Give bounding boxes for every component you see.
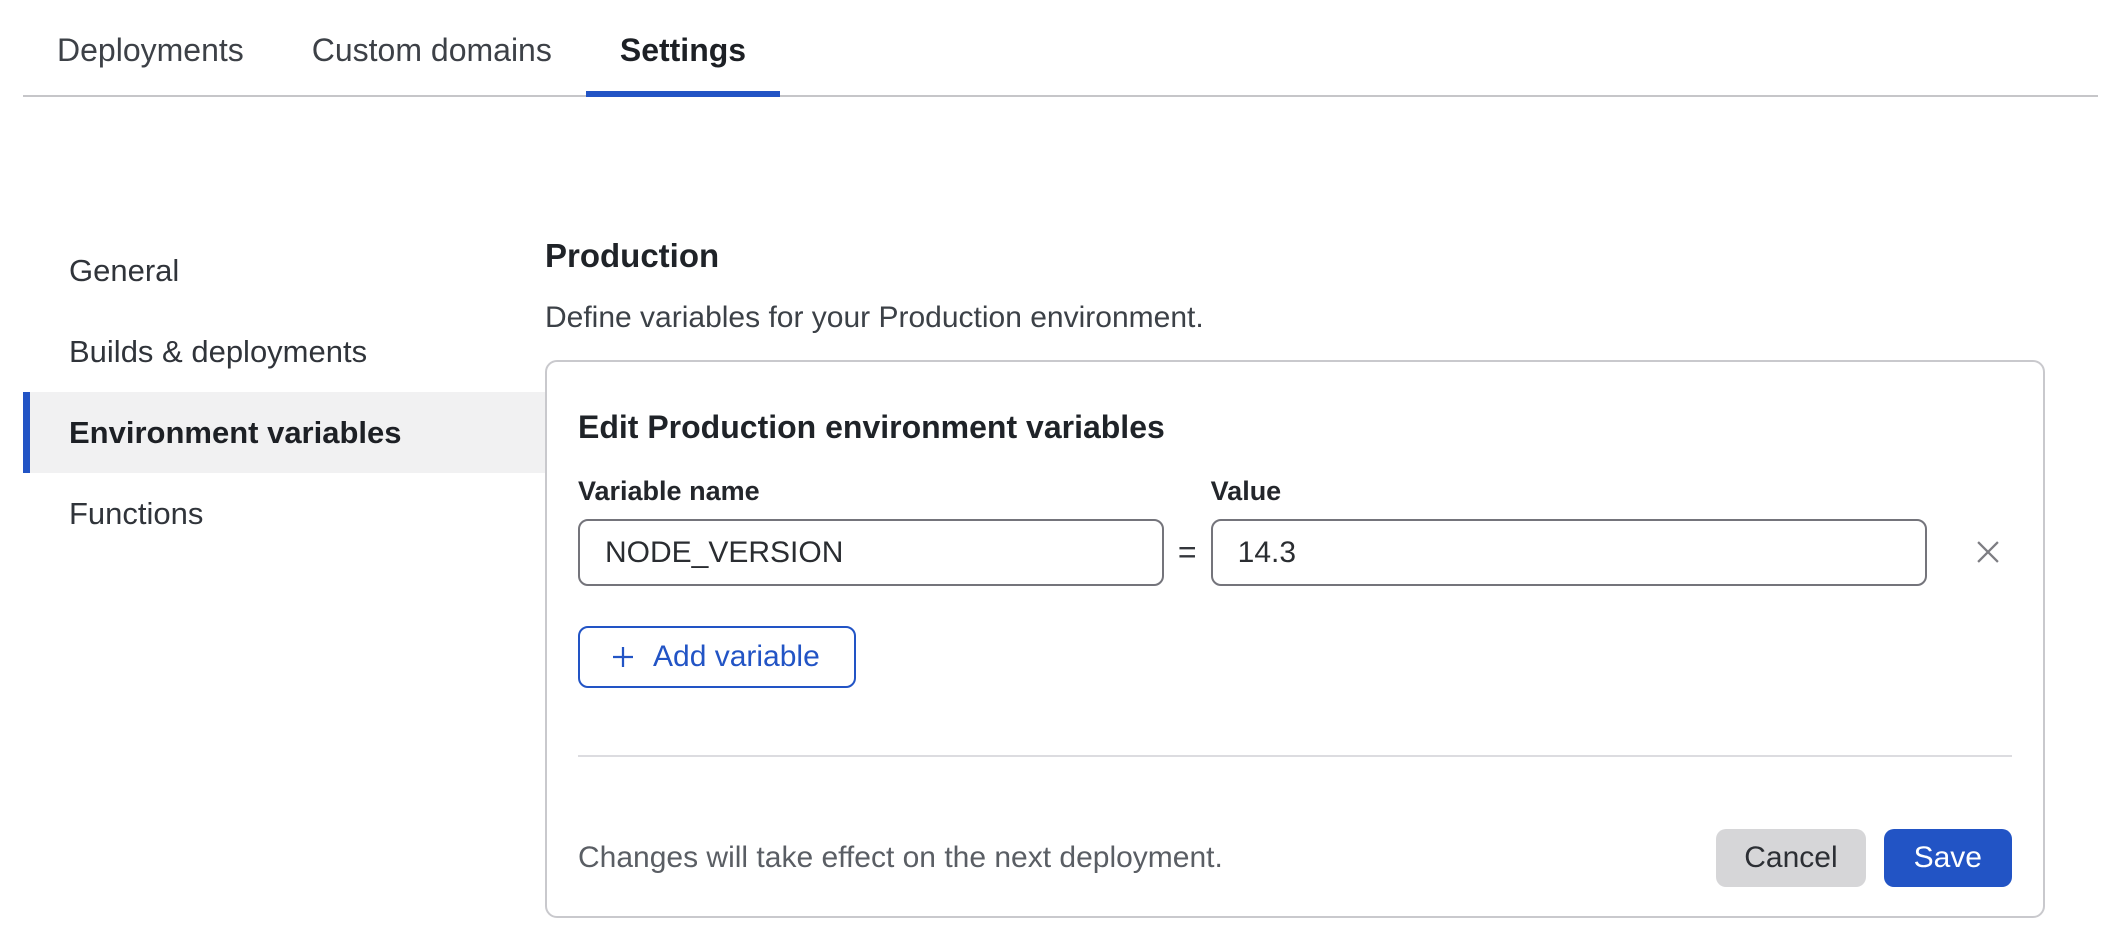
remove-variable-button[interactable] <box>1964 528 2012 576</box>
variable-row: Variable name = Value <box>578 475 2012 586</box>
sidebar-item-functions[interactable]: Functions <box>23 473 545 554</box>
variable-name-field: Variable name <box>578 475 1164 586</box>
variable-value-field: Value <box>1211 475 1928 586</box>
sidebar-item-environment-variables[interactable]: Environment variables <box>23 392 545 473</box>
tab-custom-domains[interactable]: Custom domains <box>278 0 586 95</box>
plus-icon <box>608 642 638 672</box>
sidebar-item-general[interactable]: General <box>23 230 545 311</box>
tab-settings[interactable]: Settings <box>586 0 780 95</box>
close-icon <box>1971 535 2005 569</box>
variable-name-label: Variable name <box>578 475 1164 508</box>
card-footer: Changes will take effect on the next dep… <box>578 829 2012 887</box>
card-divider <box>578 755 2012 757</box>
environment-variables-card: Edit Production environment variables Va… <box>545 360 2045 918</box>
variable-name-input[interactable] <box>578 519 1164 586</box>
settings-sidebar: General Builds & deployments Environment… <box>0 230 545 554</box>
cancel-button[interactable]: Cancel <box>1716 829 1865 887</box>
tab-deployments[interactable]: Deployments <box>23 0 278 95</box>
equals-sign: = <box>1164 519 1211 586</box>
page: Deployments Custom domains Settings Gene… <box>0 0 2121 948</box>
content: General Builds & deployments Environment… <box>0 97 2121 918</box>
sidebar-item-builds-deployments[interactable]: Builds & deployments <box>23 311 545 392</box>
card-title: Edit Production environment variables <box>578 407 2012 447</box>
add-variable-label: Add variable <box>653 640 820 674</box>
save-button[interactable]: Save <box>1884 829 2012 887</box>
section-description: Define variables for your Production env… <box>545 300 2045 336</box>
section-title: Production <box>545 236 2045 276</box>
add-variable-button[interactable]: Add variable <box>578 626 856 688</box>
main-panel: Production Define variables for your Pro… <box>545 230 2045 918</box>
variable-value-input[interactable] <box>1211 519 1928 586</box>
value-label: Value <box>1211 475 1928 508</box>
footer-actions: Cancel Save <box>1716 829 2012 887</box>
tab-bar: Deployments Custom domains Settings <box>23 0 2098 97</box>
footer-note: Changes will take effect on the next dep… <box>578 841 1223 875</box>
